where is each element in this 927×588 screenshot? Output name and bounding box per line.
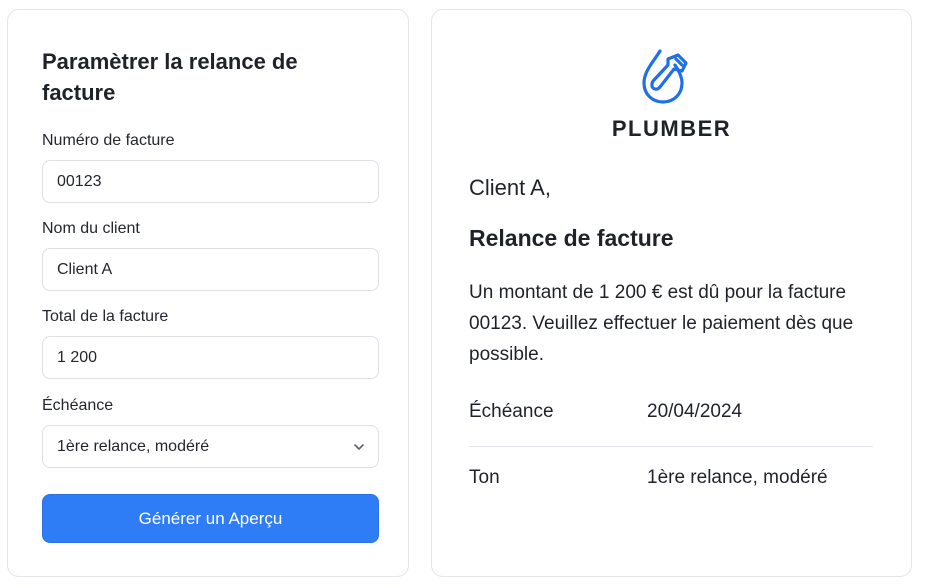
preview-heading: Relance de facture xyxy=(469,225,674,251)
invoice-number-input[interactable] xyxy=(57,172,378,191)
water-drop-wrench-icon xyxy=(642,49,688,104)
preview-card: PLUMBER Client A, Relance de facture Un … xyxy=(431,9,912,577)
detail-key-tone: Ton xyxy=(469,467,500,488)
detail-divider xyxy=(469,446,873,447)
invoice-total-input[interactable] xyxy=(57,348,378,367)
invoice-number-label: Numéro de facture xyxy=(42,132,175,149)
chevron-down-icon xyxy=(354,443,364,450)
detail-value-due: 20/04/2024 xyxy=(647,401,743,422)
invoice-total-field[interactable] xyxy=(42,336,379,379)
form-title: Paramètrer la relance de facture xyxy=(42,49,298,105)
generate-preview-button[interactable]: Générer un Aperçu xyxy=(42,494,379,543)
invoice-number-field[interactable] xyxy=(42,160,379,203)
client-name-field[interactable] xyxy=(42,248,379,291)
preview-body: Un montant de 1 200 € est dû pour la fac… xyxy=(469,282,854,365)
preview-greeting: Client A, xyxy=(469,175,551,200)
reminder-settings-card: Paramètrer la relance de facture Numéro … xyxy=(7,9,409,577)
client-name-label: Nom du client xyxy=(42,220,140,237)
due-select[interactable]: 1ère relance, modéré xyxy=(42,425,379,468)
due-select-value: 1ère relance, modéré xyxy=(57,437,210,455)
detail-value-tone: 1ère relance, modéré xyxy=(647,467,828,488)
client-name-input[interactable] xyxy=(57,260,378,279)
invoice-total-label: Total de la facture xyxy=(42,308,169,325)
detail-key-due: Échéance xyxy=(469,401,554,422)
brand-name: PLUMBER xyxy=(611,116,732,141)
due-label: Échéance xyxy=(42,397,114,414)
